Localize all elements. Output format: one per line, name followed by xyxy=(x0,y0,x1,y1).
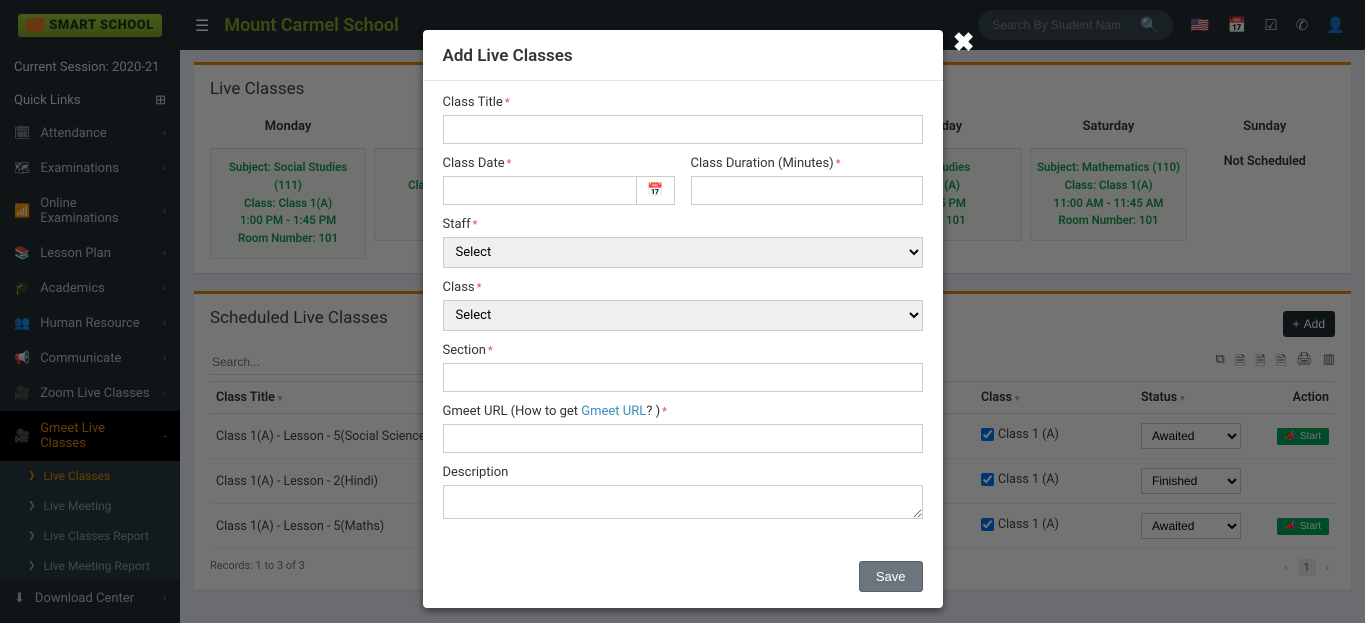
calendar-icon[interactable]: 📅 xyxy=(636,176,674,205)
duration-label: Class Duration (Minutes)* xyxy=(691,156,923,171)
section-label: Section* xyxy=(443,343,923,358)
gmeet-help-link[interactable]: Gmeet URL xyxy=(581,404,646,419)
add-live-class-modal: ✖ Add Live Classes Class Title* Class Da… xyxy=(423,30,943,608)
class-select[interactable]: Select xyxy=(443,300,923,331)
staff-select[interactable]: Select xyxy=(443,237,923,268)
modal-title: Add Live Classes xyxy=(423,30,943,81)
description-input[interactable] xyxy=(443,485,923,519)
section-input[interactable] xyxy=(443,363,923,392)
class-title-input[interactable] xyxy=(443,115,923,144)
description-label: Description xyxy=(443,465,923,480)
class-label: Class* xyxy=(443,280,923,295)
gmeet-url-label: Gmeet URL (How to get Gmeet URL? )* xyxy=(443,404,923,419)
class-date-label: Class Date* xyxy=(443,156,675,171)
close-icon[interactable]: ✖ xyxy=(953,30,975,56)
duration-input[interactable] xyxy=(691,176,923,205)
class-title-label: Class Title* xyxy=(443,95,923,110)
class-date-input[interactable] xyxy=(443,176,637,205)
save-button[interactable]: Save xyxy=(859,561,923,592)
staff-label: Staff* xyxy=(443,217,923,232)
gmeet-url-input[interactable] xyxy=(443,424,923,453)
